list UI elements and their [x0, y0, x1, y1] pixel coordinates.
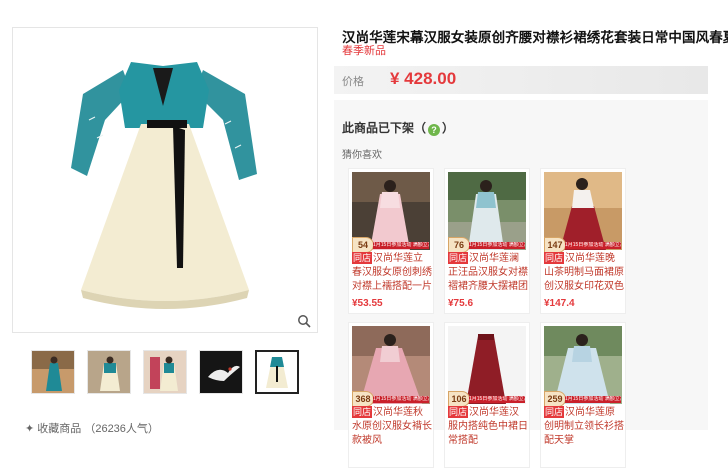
same-store-tag: 同店: [352, 252, 373, 264]
main-product-image[interactable]: [12, 27, 318, 333]
sales-badge: 368: [352, 391, 374, 407]
same-store-tag: 同店: [544, 406, 565, 418]
promo-strip: 1月15日参加活动 满额立减: [565, 242, 621, 249]
thumbnail-5-selected[interactable]: [255, 350, 299, 394]
price-bar: 价格 ¥ 428.00: [334, 66, 708, 94]
paren-open: （: [414, 121, 427, 135]
paren-close: ）: [442, 121, 455, 135]
recommend-heading: 猜你喜欢: [342, 150, 382, 161]
recommend-card[interactable]: 106 1月15日参加活动 满额立减 同店 汉尚华莲汉服内搭纯色中裙日常搭配: [444, 322, 530, 468]
promo-strip: 1月15日参加活动 满额立减: [469, 242, 525, 249]
promo-strip: 1月15日参加活动 满额立减: [373, 242, 429, 249]
same-store-tag: 同店: [448, 252, 469, 264]
recommend-card[interactable]: 259 1月15日参加活动 满额立减 同店 汉尚华莲原创明制立领长衫搭配天掌: [540, 322, 626, 468]
thumbnail-3[interactable]: [143, 350, 187, 394]
price-value: ¥ 428.00: [390, 69, 457, 88]
recommend-card[interactable]: 54 1月15日参加活动 满额立减 同店 汉尚华莲立春汉服女原创刺绣对襟上襦搭配一…: [348, 168, 434, 314]
thumbnail-2[interactable]: [87, 350, 131, 394]
promo-strip: 1月15日参加活动 满额立减: [565, 396, 621, 403]
thumbnail-4[interactable]: [199, 350, 243, 394]
recommend-card[interactable]: 147 1月15日参加活动 满额立减 同店 汉尚华莲晚山茶明制马面裙原创汉服女印花…: [540, 168, 626, 314]
zoom-icon[interactable]: [297, 314, 311, 328]
price-label: 价格: [342, 76, 364, 88]
promo-strip: 1月15日参加活动 满额立减: [469, 396, 525, 403]
thumbnail-strip: [31, 350, 299, 394]
off-shelf-text: 此商品已下架: [342, 121, 415, 135]
recommend-card-price: ¥75.6: [448, 298, 474, 309]
same-store-tag: 同店: [544, 252, 565, 264]
promo-strip: 1月15日参加活动 满额立减: [373, 396, 429, 403]
off-shelf-panel: 此商品已下架（?） 猜你喜欢 54 1月15日参加活动 满额立减 同店 汉尚华莲立…: [334, 100, 708, 468]
same-store-tag: 同店: [352, 406, 373, 418]
help-icon[interactable]: ?: [428, 124, 441, 136]
product-subtitle: 春季新品: [342, 45, 386, 57]
sales-badge: 76: [448, 237, 470, 253]
sales-badge: 259: [544, 391, 566, 407]
recommend-grid: 54 1月15日参加活动 满额立减 同店 汉尚华莲立春汉服女原创刺绣对襟上襦搭配一…: [348, 168, 626, 468]
recommend-card[interactable]: 368 1月15日参加活动 满额立减 同店 汉尚华莲秋水原创汉服女褙长款被风: [348, 322, 434, 468]
off-shelf-notice: 此商品已下架（?）: [342, 119, 454, 136]
sales-badge: 106: [448, 391, 470, 407]
recommend-card-price: ¥147.4: [544, 298, 575, 309]
thumbnail-1[interactable]: [31, 350, 75, 394]
same-store-tag: 同店: [448, 406, 469, 418]
favorite-link[interactable]: ✦ 收藏商品 （26236人气）: [25, 420, 159, 436]
recommend-card-price: ¥53.55: [352, 298, 383, 309]
recommend-card[interactable]: 76 1月15日参加活动 满额立减 同店 汉尚华莲澜正汪品汉服女对襟褶裙齐腰大摆裙…: [444, 168, 530, 314]
sales-badge: 147: [544, 237, 566, 253]
product-title: 汉尚华莲宋幕汉服女装原创齐腰对襟衫裙绣花套装日常中国风春夏款: [342, 30, 728, 45]
sales-badge: 54: [352, 237, 374, 253]
